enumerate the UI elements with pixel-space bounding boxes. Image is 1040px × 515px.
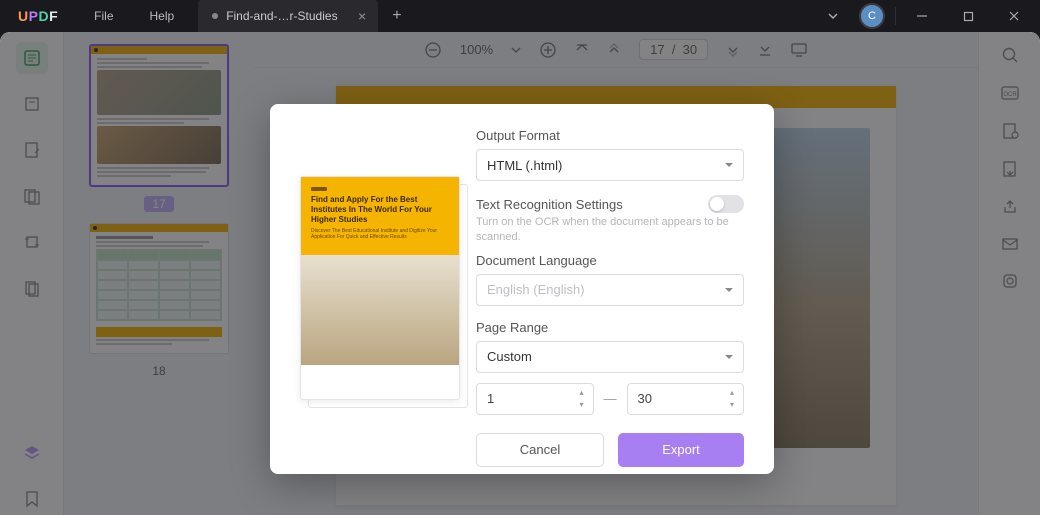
tab-title: Find-and-…r-Studies xyxy=(226,9,346,23)
page-range-label: Page Range xyxy=(476,320,744,335)
app-logo: UPDF xyxy=(0,8,76,24)
preview-subtitle: Discover The Best Educational Institute … xyxy=(311,228,449,240)
ocr-hint: Turn on the OCR when the document appear… xyxy=(476,215,744,245)
output-format-label: Output Format xyxy=(476,128,744,143)
from-down[interactable]: ▾ xyxy=(575,399,589,410)
user-avatar[interactable]: C xyxy=(861,5,883,27)
menu-file[interactable]: File xyxy=(76,9,131,23)
export-preview: Find and Apply For the Best Institutes I… xyxy=(294,128,470,450)
language-label: Document Language xyxy=(476,253,744,268)
to-up[interactable]: ▴ xyxy=(725,387,739,398)
new-tab-button[interactable]: + xyxy=(378,7,415,25)
document-tab[interactable]: Find-and-…r-Studies × xyxy=(198,0,378,32)
menu-help[interactable]: Help xyxy=(132,9,193,23)
page-to-input[interactable]: 30 ▴▾ xyxy=(627,383,745,415)
ocr-toggle[interactable] xyxy=(708,195,744,213)
export-modal: Find and Apply For the Best Institutes I… xyxy=(270,104,774,474)
range-dash: — xyxy=(604,391,617,406)
maximize-button[interactable] xyxy=(948,0,988,32)
from-up[interactable]: ▴ xyxy=(575,387,589,398)
ocr-label: Text Recognition Settings xyxy=(476,197,623,212)
page-range-select[interactable]: Custom xyxy=(476,341,744,373)
preview-title: Find and Apply For the Best Institutes I… xyxy=(311,195,449,225)
window-menu-chevron-icon[interactable] xyxy=(817,6,849,26)
close-window-button[interactable] xyxy=(994,0,1034,32)
tab-indicator xyxy=(212,13,218,19)
to-down[interactable]: ▾ xyxy=(725,399,739,410)
minimize-button[interactable] xyxy=(902,0,942,32)
page-from-input[interactable]: 1 ▴▾ xyxy=(476,383,594,415)
language-select[interactable]: English (English) xyxy=(476,274,744,306)
tab-close-icon[interactable]: × xyxy=(354,8,370,24)
cancel-button[interactable]: Cancel xyxy=(476,433,604,467)
output-format-select[interactable]: HTML (.html) xyxy=(476,149,744,181)
export-button[interactable]: Export xyxy=(618,433,744,467)
